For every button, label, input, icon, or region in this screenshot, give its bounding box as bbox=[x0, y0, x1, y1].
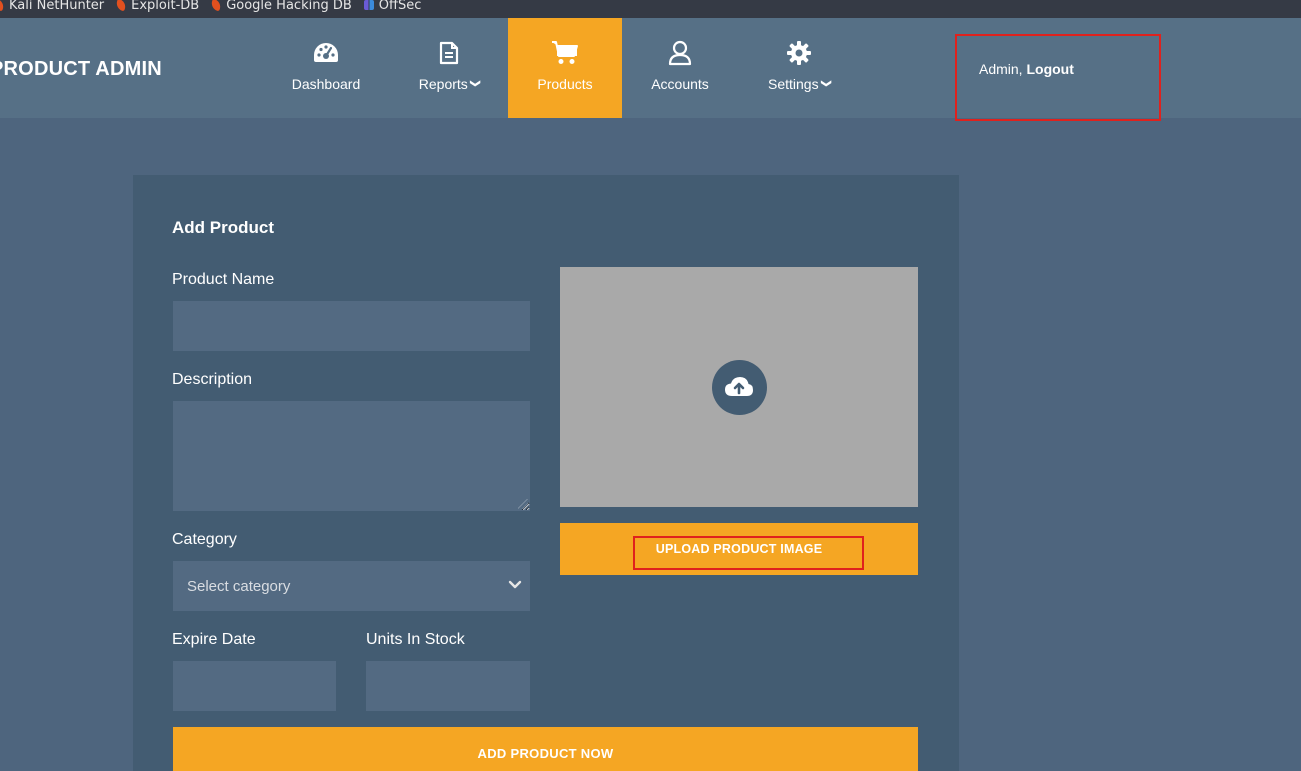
bookmark-label: Kali NetHunter bbox=[9, 0, 105, 13]
chevron-down-icon bbox=[508, 577, 522, 594]
ghdb-icon bbox=[209, 0, 223, 12]
expire-date-input[interactable] bbox=[173, 661, 336, 711]
description-wrapper bbox=[173, 401, 530, 511]
user-greeting: Admin, Logout bbox=[979, 61, 1074, 77]
user-logout-highlight: Admin, Logout bbox=[955, 34, 1161, 121]
product-name-input[interactable] bbox=[173, 301, 530, 351]
exploit-db-icon bbox=[114, 0, 128, 12]
dashboard-gauge-icon bbox=[312, 40, 340, 66]
units-in-stock-input[interactable] bbox=[366, 661, 530, 711]
document-icon bbox=[439, 40, 459, 66]
chevron-down-icon: ❯ bbox=[820, 78, 832, 88]
chevron-down-icon: ❯ bbox=[469, 78, 481, 88]
bookmark-label: OffSec bbox=[378, 0, 422, 13]
nav-label: Accounts bbox=[651, 76, 709, 92]
kali-dragon-icon bbox=[0, 0, 6, 12]
bookmark-google-hacking-db[interactable]: Google Hacking DB bbox=[209, 0, 352, 13]
nav-label: Reports ❯ bbox=[418, 76, 481, 92]
cloud-upload-icon bbox=[711, 359, 767, 415]
resize-handle-icon[interactable] bbox=[518, 499, 528, 509]
nav-settings[interactable]: Settings ❯ bbox=[758, 18, 840, 118]
user-icon bbox=[668, 40, 692, 66]
nav-label: Products bbox=[537, 76, 593, 92]
product-image-preview[interactable] bbox=[560, 267, 918, 507]
bookmark-kali-nethunter[interactable]: Kali NetHunter bbox=[0, 0, 104, 13]
product-name-label: Product Name bbox=[172, 271, 275, 288]
expire-date-label: Expire Date bbox=[172, 631, 256, 648]
nav-reports[interactable]: Reports ❯ bbox=[408, 18, 490, 118]
nav-dashboard[interactable]: Dashboard bbox=[281, 18, 371, 118]
description-label: Description bbox=[172, 371, 253, 388]
bookmark-offsec[interactable]: OffSec bbox=[363, 0, 422, 13]
bookmark-label: Google Hacking DB bbox=[226, 0, 352, 13]
gear-icon bbox=[786, 40, 812, 66]
category-label: Category bbox=[172, 531, 237, 548]
user-name: Admin, bbox=[979, 61, 1023, 77]
nav-label: Dashboard bbox=[291, 76, 361, 92]
bookmarks-bar: Kali NetHunter Exploit-DB Google Hacking… bbox=[0, 0, 1301, 18]
offsec-icon bbox=[363, 0, 374, 10]
add-product-button[interactable]: ADD PRODUCT NOW bbox=[173, 727, 918, 771]
form-title: Add Product bbox=[172, 218, 274, 237]
description-textarea[interactable] bbox=[173, 401, 530, 511]
units-in-stock-label: Units In Stock bbox=[366, 631, 465, 648]
add-product-card: Add Product Product Name Description Cat… bbox=[133, 175, 959, 771]
bookmark-exploit-db[interactable]: Exploit-DB bbox=[114, 0, 200, 13]
bookmark-label: Exploit-DB bbox=[131, 0, 200, 13]
upload-button-highlight bbox=[633, 536, 864, 570]
logout-link[interactable]: Logout bbox=[1026, 61, 1073, 77]
nav-label: Settings ❯ bbox=[768, 76, 832, 92]
category-selected-value: Select category bbox=[187, 577, 291, 595]
category-select[interactable]: Select category bbox=[173, 561, 530, 611]
nav-products[interactable]: Products bbox=[508, 18, 622, 118]
brand-title[interactable]: PRODUCT ADMIN bbox=[0, 58, 162, 81]
shopping-cart-icon bbox=[551, 40, 579, 66]
nav-accounts[interactable]: Accounts bbox=[640, 18, 720, 118]
